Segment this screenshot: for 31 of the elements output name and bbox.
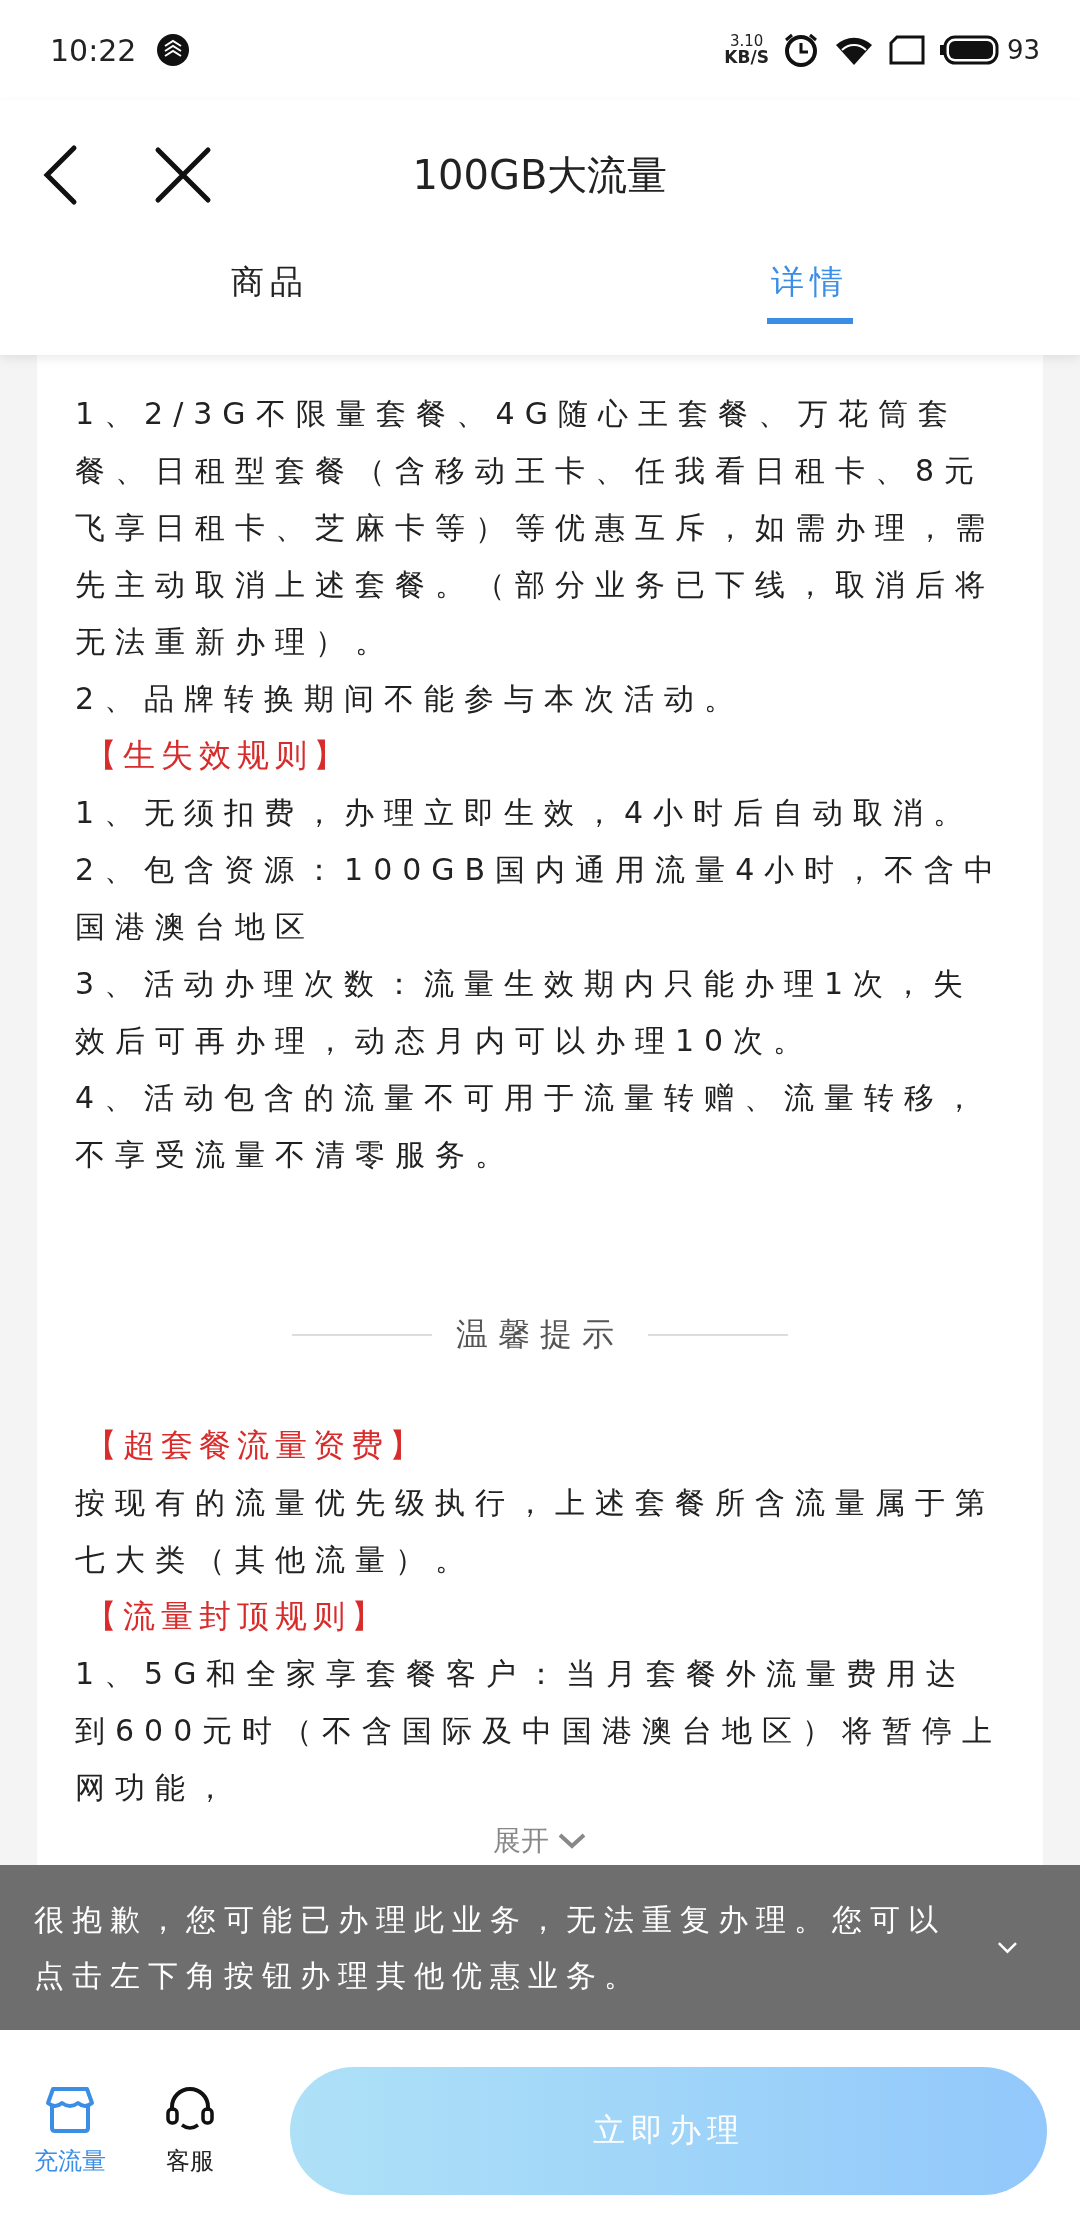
rule-text: 1、2/3G不限量套餐、4G随心王套餐、万花筒套餐、日租型套餐（含移动王卡、任我看日租卡、8元飞享日租卡、芝麻卡等）等优惠互斥，如需办理，需先主动取消上述套餐。（部分业务已下线，取消后将无法重新办理）。 [75,395,996,661]
divider-title: 温馨提示 [456,1314,624,1355]
rule-text: 2、包含资源：100GB国内通用流量4小时，不含中国港澳台地区 [75,851,1005,946]
rule-text: 1、5G和全家享套餐客户：当月套餐外流量费用达到600元时（不含国际及中国港澳台地区）将暂停上网功能， [75,1655,1004,1807]
alarm-icon [782,32,819,68]
tab[interactable]: 商品 [227,250,313,324]
rule-text: 4、活动包含的流量不可用于流量转赠、流量转移，不享受流量不清零服务。 [75,1079,986,1174]
nav-item[interactable]: 充流量 [30,2085,110,2177]
toast-message: 很抱歉，您可能已办理此业务，无法重复办理。您可以点击左下角按钮办理其他优惠业务。 [34,1900,947,1995]
section-heading: 【生失效规则】 [84,735,352,776]
tab[interactable]: 详情 [767,250,853,324]
nav-item[interactable]: 客服 [150,2085,230,2177]
section-heading: 【流量封顶规则】 [84,1596,390,1637]
battery-percent: 93 [1006,35,1040,65]
speed-value: 3.10 [729,34,764,49]
sim-icon [888,35,925,65]
rule-text: 2、品牌转换期间不能参与本次活动。 [75,680,746,718]
rule-text: 3、活动办理次数：流量生效期内只能办理1次，失效后可再办理，动态月内可以办理10次。 [75,965,975,1060]
close-icon[interactable] [154,146,212,204]
back-icon[interactable] [42,144,78,206]
expand-button[interactable]: 展开 [483,1816,597,1865]
rule-text: 按现有的流量优先级执行，上述套餐所含流量属于第七大类（其他流量）。 [75,1484,996,1579]
status-time: 10:22 [50,32,137,68]
page-title: 100GB大流量 [412,150,668,200]
carrier-icon [156,33,191,67]
chevron-down-icon [557,1832,587,1850]
rule-text: 1、无须扣费，办理立即生效，4小时后自动取消。 [75,794,975,832]
speed-unit: KB/S [724,49,769,66]
battery-icon [938,35,999,65]
section-heading: 【超套餐流量资费】 [84,1425,428,1466]
shop-icon [45,2085,95,2135]
